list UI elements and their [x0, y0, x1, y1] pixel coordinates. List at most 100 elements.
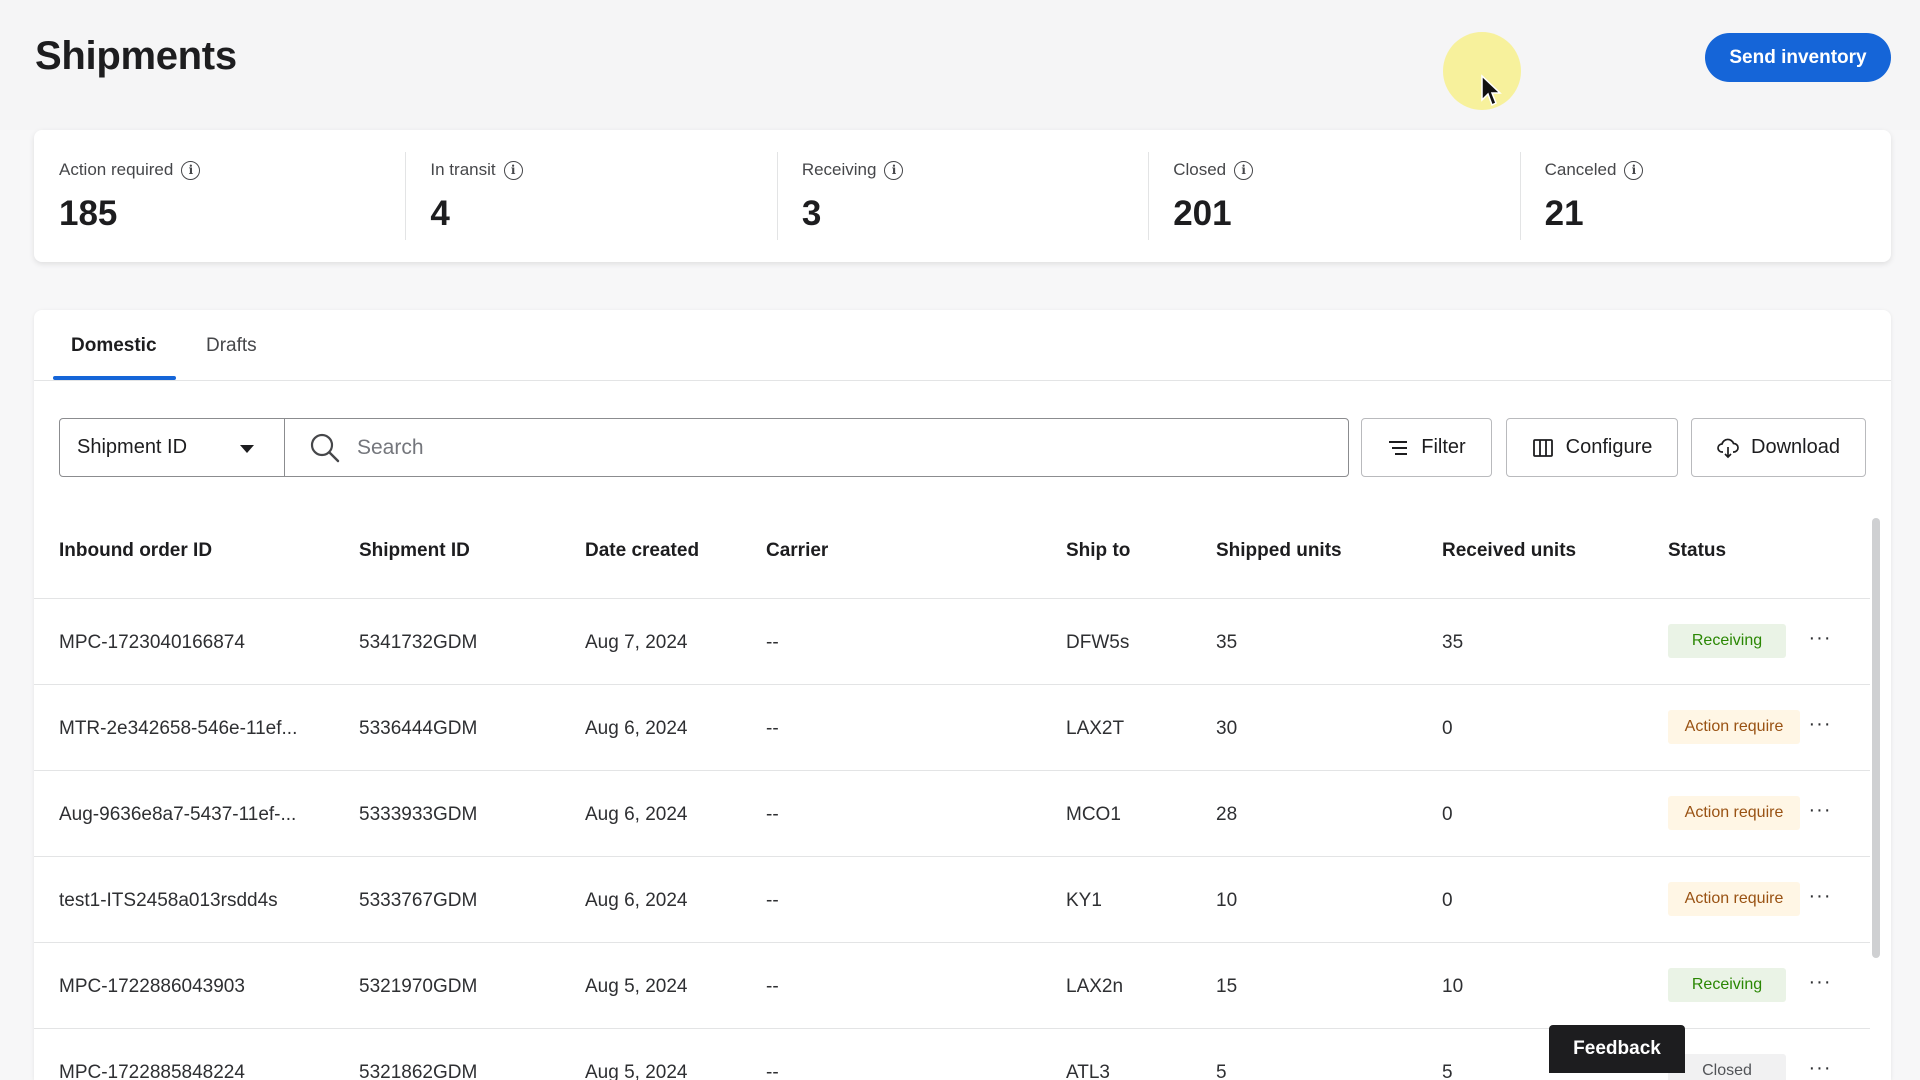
cell-inbound-order-id[interactable]: Aug-9636e8a7-5437-11ef-... — [59, 804, 296, 826]
cell-carrier: -- — [766, 632, 779, 653]
shipments-table: Inbound order ID Shipment ID Date create… — [34, 500, 1870, 1080]
search-icon — [310, 433, 340, 463]
column-header-date-created[interactable]: Date created — [585, 540, 699, 562]
more-icon[interactable]: ··· — [1805, 881, 1835, 911]
search-field-select[interactable]: Shipment ID — [59, 418, 285, 477]
cell-shipment-id: 5333933GDM — [359, 804, 478, 825]
page-header: Shipments Send inventory — [0, 0, 1920, 130]
download-button[interactable]: Download — [1691, 418, 1866, 477]
info-icon[interactable]: i — [884, 160, 904, 180]
cursor-icon — [1481, 74, 1502, 107]
table-scrollbar[interactable] — [1868, 500, 1884, 1080]
status-badge: Action require — [1668, 882, 1800, 916]
search-box[interactable] — [284, 418, 1349, 477]
cell-carrier: -- — [766, 718, 779, 739]
cell-carrier: -- — [766, 804, 779, 825]
cell-inbound-order-id[interactable]: MPC-1723040166874 — [59, 632, 245, 654]
search-input[interactable] — [357, 429, 1327, 467]
cell-ship-to: LAX2T — [1066, 718, 1125, 739]
table-row[interactable]: Aug-9636e8a7-5437-11ef-... 5333933GDM Au… — [34, 771, 1870, 857]
table-row[interactable]: MPC-1722886043903 5321970GDM Aug 5, 2024… — [34, 943, 1870, 1029]
filter-button-label: Filter — [1421, 436, 1466, 458]
cell-date-created: Aug 6, 2024 — [585, 718, 688, 739]
cell-date-created: Aug 5, 2024 — [585, 1062, 688, 1080]
more-icon[interactable]: ··· — [1805, 795, 1835, 825]
cell-received-units: 35 — [1442, 632, 1464, 653]
cell-shipped-units: 15 — [1216, 976, 1238, 997]
column-header-received-units[interactable]: Received units — [1442, 540, 1576, 562]
configure-button[interactable]: Configure — [1506, 418, 1678, 477]
cell-carrier: -- — [766, 1062, 779, 1080]
more-icon[interactable]: ··· — [1805, 623, 1835, 653]
stat-in-transit[interactable]: In transit i 4 — [405, 130, 776, 262]
cell-shipped-units: 28 — [1216, 804, 1238, 825]
cell-date-created: Aug 6, 2024 — [585, 890, 688, 911]
table-row[interactable]: test1-ITS2458a013rsdd4s 5333767GDM Aug 6… — [34, 857, 1870, 943]
stat-label: Receiving i — [802, 160, 1148, 180]
filter-button[interactable]: Filter — [1361, 418, 1492, 477]
info-icon[interactable]: i — [1624, 160, 1644, 180]
cell-received-units: 0 — [1442, 718, 1453, 739]
stat-label-text: Action required — [59, 160, 174, 179]
stat-canceled[interactable]: Canceled i 21 — [1519, 130, 1891, 262]
cell-shipped-units: 10 — [1216, 890, 1238, 911]
shipment-status-summary: Action required i 185 In transit i 4 Rec… — [34, 130, 1891, 262]
column-header-shipment-id[interactable]: Shipment ID — [359, 540, 470, 562]
more-icon[interactable]: ··· — [1805, 709, 1835, 739]
shipments-page: Shipments Send inventory Action required… — [0, 0, 1920, 1080]
status-badge: Action require — [1668, 710, 1800, 744]
status-badge: Closed — [1668, 1054, 1786, 1080]
cell-inbound-order-id[interactable]: test1-ITS2458a013rsdd4s — [59, 890, 278, 912]
column-header-ship-to[interactable]: Ship to — [1066, 540, 1130, 562]
cell-shipment-id: 5341732GDM — [359, 632, 478, 653]
cell-inbound-order-id[interactable]: MPC-1722886043903 — [59, 976, 245, 998]
column-header-shipped-units[interactable]: Shipped units — [1216, 540, 1342, 562]
stat-label-text: Canceled — [1544, 160, 1617, 179]
cell-date-created: Aug 5, 2024 — [585, 976, 688, 997]
cell-ship-to: MCO1 — [1066, 804, 1121, 825]
more-icon[interactable]: ··· — [1805, 967, 1835, 997]
cell-shipment-id: 5321862GDM — [359, 1062, 478, 1080]
stat-label-text: Receiving — [801, 160, 877, 179]
stat-label-text: In transit — [430, 160, 496, 179]
tab-domestic[interactable]: Domestic — [71, 335, 157, 377]
stat-label: Action required i — [59, 160, 405, 180]
cell-received-units: 5 — [1442, 1062, 1453, 1080]
table-header: Inbound order ID Shipment ID Date create… — [34, 500, 1870, 599]
cell-inbound-order-id[interactable]: MPC-1722885848224 — [59, 1062, 245, 1080]
active-tab-indicator — [53, 376, 176, 380]
stat-value: 4 — [430, 194, 450, 233]
cell-shipment-id: 5333767GDM — [359, 890, 478, 911]
cell-carrier: -- — [766, 976, 779, 997]
stat-closed[interactable]: Closed i 201 — [1148, 130, 1519, 262]
info-icon[interactable]: i — [503, 160, 523, 180]
send-inventory-button[interactable]: Send inventory — [1705, 33, 1891, 82]
more-icon[interactable]: ··· — [1805, 1053, 1835, 1080]
stat-label-text: Closed — [1173, 160, 1227, 179]
cell-ship-to: ATL3 — [1066, 1062, 1111, 1080]
cell-date-created: Aug 6, 2024 — [585, 804, 688, 825]
table-row[interactable]: MTR-2e342658-546e-11ef... 5336444GDM Aug… — [34, 685, 1870, 771]
tab-drafts[interactable]: Drafts — [206, 335, 257, 377]
cell-ship-to: DFW5s — [1066, 632, 1130, 653]
configure-button-label: Configure — [1565, 436, 1653, 458]
info-icon[interactable]: i — [181, 160, 201, 180]
cell-inbound-order-id[interactable]: MTR-2e342658-546e-11ef... — [59, 718, 297, 740]
download-button-label: Download — [1751, 436, 1840, 458]
feedback-button[interactable]: Feedback — [1549, 1025, 1685, 1073]
stat-label: Closed i — [1173, 160, 1519, 180]
column-header-status[interactable]: Status — [1668, 540, 1726, 562]
scrollbar-thumb[interactable] — [1872, 518, 1880, 958]
table-row[interactable]: MPC-1723040166874 5341732GDM Aug 7, 2024… — [34, 599, 1870, 685]
column-header-carrier[interactable]: Carrier — [766, 540, 828, 562]
info-icon[interactable]: i — [1234, 160, 1254, 180]
columns-icon — [1532, 438, 1553, 457]
status-badge: Receiving — [1668, 968, 1786, 1002]
cell-carrier: -- — [766, 890, 779, 911]
caret-down-icon — [240, 445, 254, 453]
filter-icon — [1389, 440, 1408, 455]
stat-receiving[interactable]: Receiving i 3 — [776, 130, 1148, 262]
column-header-inbound-order-id[interactable]: Inbound order ID — [59, 540, 212, 562]
cloud-download-icon — [1717, 438, 1739, 458]
stat-action-required[interactable]: Action required i 185 — [34, 130, 405, 262]
